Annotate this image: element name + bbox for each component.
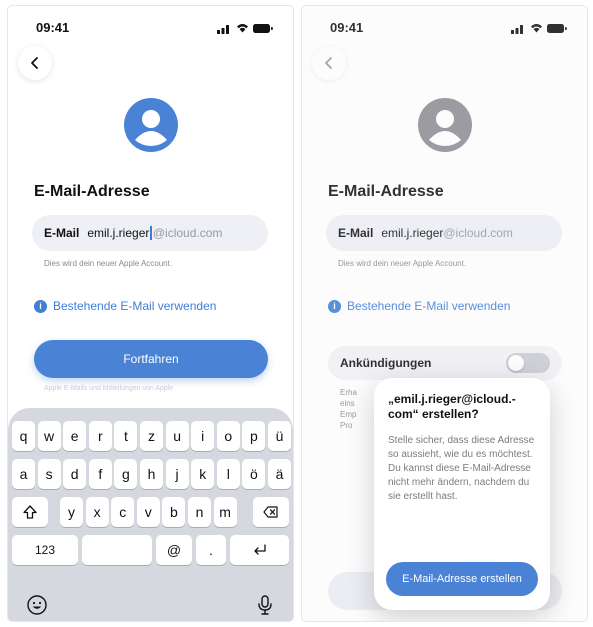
numbers-key[interactable]: 123 <box>12 535 78 565</box>
email-field[interactable]: E-Mail emil.j.rieger @icloud.com <box>32 215 268 251</box>
key-ü[interactable]: ü <box>268 421 291 451</box>
key-r[interactable]: r <box>88 421 112 451</box>
status-bar: 09:41 <box>8 20 293 36</box>
return-key[interactable] <box>230 535 289 565</box>
text-cursor <box>150 226 152 240</box>
status-time: 09:41 <box>36 20 70 35</box>
key-c[interactable]: c <box>111 497 135 527</box>
shift-key[interactable] <box>12 497 48 527</box>
key-ä[interactable]: ä <box>268 459 291 489</box>
email-domain: @icloud.com <box>152 226 223 240</box>
backspace-key[interactable] <box>253 497 289 527</box>
key-p[interactable]: p <box>242 421 266 451</box>
backspace-icon <box>263 506 278 518</box>
screen-confirm-email: 09:41 E-Mail-Adresse E-Mail emil.j.riege… <box>302 6 587 621</box>
key-u[interactable]: u <box>165 421 189 451</box>
key-w[interactable]: w <box>37 421 61 451</box>
key-k[interactable]: k <box>191 459 215 489</box>
continue-button[interactable]: Fortfahren <box>34 340 268 378</box>
key-z[interactable]: z <box>140 421 163 451</box>
key-y[interactable]: y <box>60 497 83 527</box>
page-title: E-Mail-Adresse <box>34 183 150 200</box>
link-label: Bestehende E-Mail verwenden <box>53 299 217 313</box>
shift-icon <box>23 505 37 519</box>
confirm-popover: „emil.j.rieger@icloud.- com“ erstellen? … <box>374 378 550 610</box>
key-n[interactable]: n <box>188 497 211 527</box>
faded-caption: Apple E-Mails und Mitteilungen von Apple <box>44 385 174 392</box>
use-existing-email-link[interactable]: i Bestehende E-Mail verwenden <box>34 299 216 313</box>
emoji-icon <box>27 595 47 615</box>
key-t[interactable]: t <box>114 421 138 451</box>
key-v[interactable]: v <box>136 497 160 527</box>
key-h[interactable]: h <box>140 459 163 489</box>
key-i[interactable]: i <box>191 421 215 451</box>
popover-title: „emil.j.rieger@icloud.- com“ erstellen? <box>388 392 538 422</box>
key-ö[interactable]: ö <box>242 459 266 489</box>
key-x[interactable]: x <box>85 497 109 527</box>
chevron-left-icon <box>31 57 38 69</box>
keyboard-row-4: 123 @ . <box>8 535 293 565</box>
email-label: E-Mail <box>44 226 80 240</box>
create-email-button[interactable]: E-Mail-Adresse erstellen <box>386 562 538 596</box>
key-m[interactable]: m <box>213 497 237 527</box>
key-f[interactable]: f <box>88 459 112 489</box>
key-o[interactable]: o <box>216 421 240 451</box>
key-g[interactable]: g <box>114 459 138 489</box>
key-s[interactable]: s <box>37 459 61 489</box>
keyboard-row-2: asdfghjklöä <box>8 459 293 489</box>
emoji-button[interactable] <box>26 594 48 616</box>
keyboard-row-1: qwertzuiopü <box>8 421 293 451</box>
microphone-icon <box>258 595 272 615</box>
at-key[interactable]: @ <box>156 535 192 565</box>
popover-body: Stelle sicher, dass diese Adresse so aus… <box>388 435 535 502</box>
popover-title-line-1: „emil.j.rieger@icloud.- <box>388 392 516 406</box>
key-e[interactable]: e <box>63 421 87 451</box>
person-icon <box>124 98 178 152</box>
key-j[interactable]: j <box>165 459 189 489</box>
keyboard: qwertzuiopü asdfghjklöä yxcvbnm 123 @ . <box>8 408 293 621</box>
screen-email-entry: 09:41 E-Mail-Adresse E-Mail emil.j.riege… <box>8 6 293 621</box>
key-d[interactable]: d <box>63 459 87 489</box>
dictation-button[interactable] <box>254 594 276 616</box>
email-user: emil.j.rieger <box>87 226 150 240</box>
key-b[interactable]: b <box>162 497 186 527</box>
info-icon: i <box>34 299 47 313</box>
key-q[interactable]: q <box>12 421 35 451</box>
dot-key[interactable]: . <box>196 535 226 565</box>
popover-title-line-2: com“ erstellen? <box>388 407 479 421</box>
return-icon <box>253 544 266 555</box>
back-button[interactable] <box>18 46 52 80</box>
space-key[interactable] <box>82 535 152 565</box>
key-a[interactable]: a <box>12 459 35 489</box>
field-hint: Dies wird dein neuer Apple Account. <box>44 259 173 268</box>
avatar <box>124 98 178 152</box>
keyboard-row-3: yxcvbnm <box>8 497 293 527</box>
key-l[interactable]: l <box>216 459 240 489</box>
signal-wifi-battery-icon <box>217 24 273 34</box>
